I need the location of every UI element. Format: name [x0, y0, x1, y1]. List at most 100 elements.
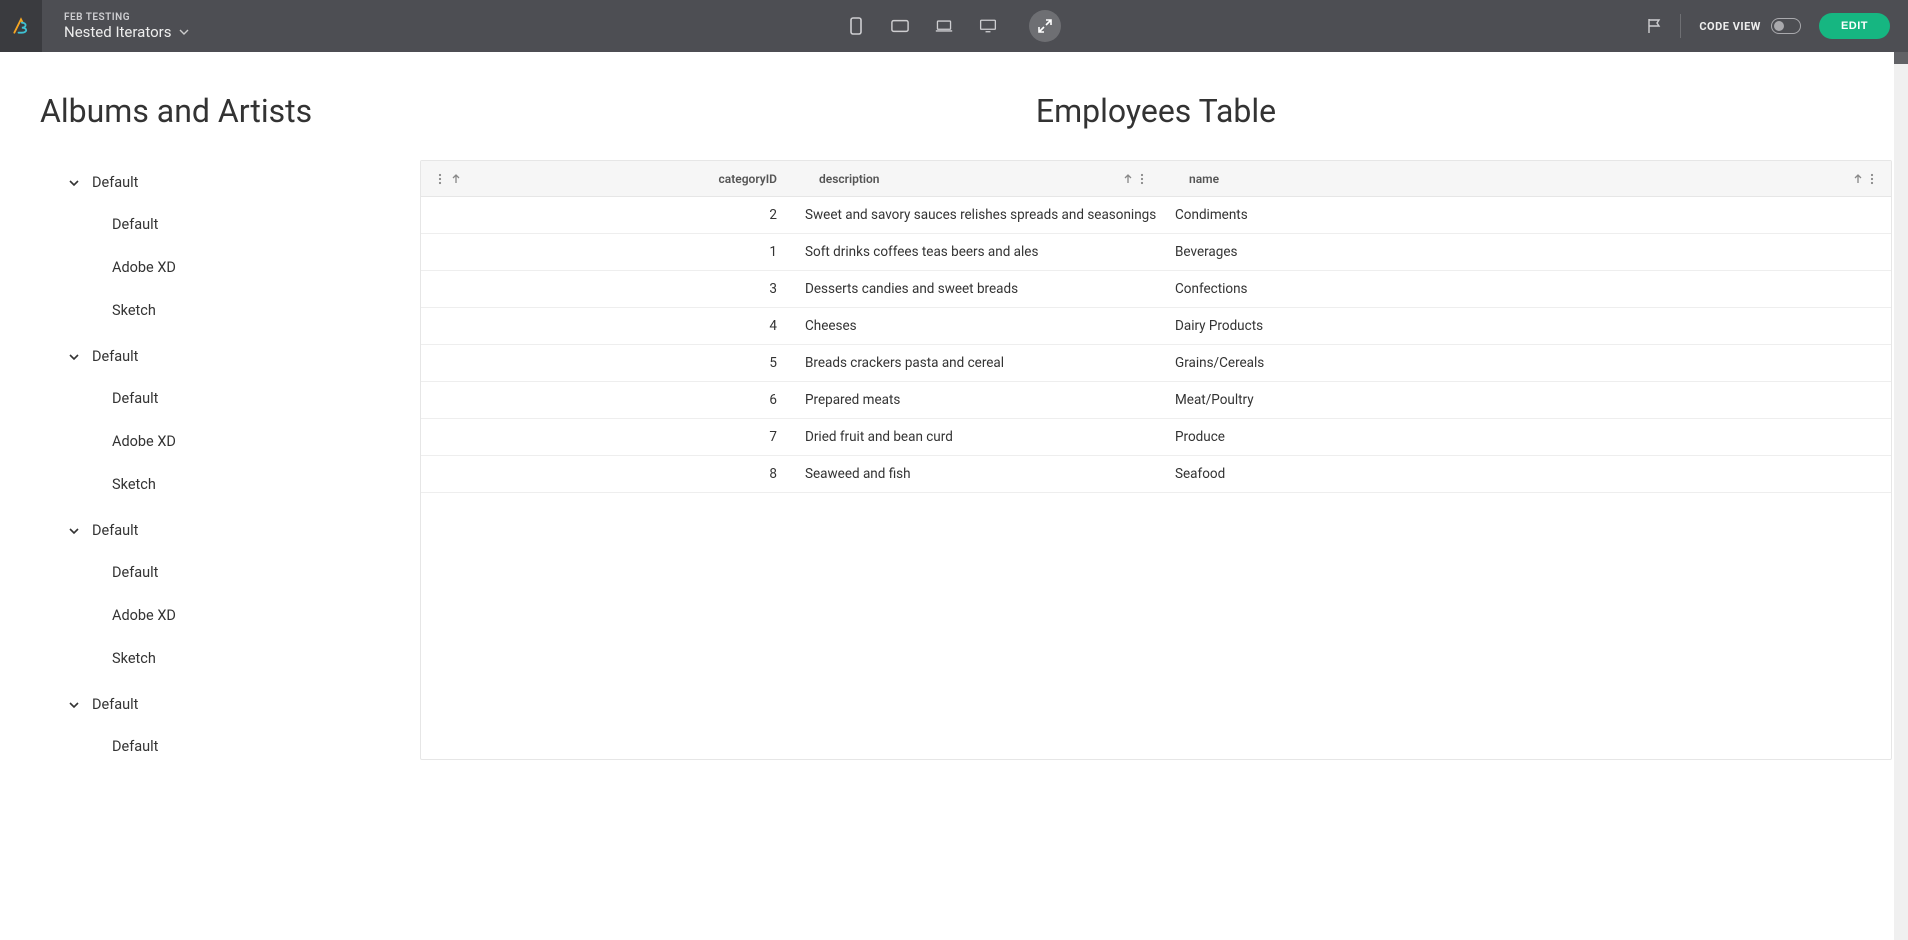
- cell-description: Sweet and savory sauces relishes spreads…: [791, 207, 1161, 223]
- chevron-down-icon: [68, 177, 80, 189]
- column-header-id[interactable]: categoryID: [421, 172, 791, 186]
- employees-grid: categoryID description name: [420, 160, 1892, 760]
- page-title-label: Nested Iterators: [64, 23, 171, 41]
- code-view-label: CODE VIEW: [1699, 20, 1761, 33]
- viewport-phone-button[interactable]: [847, 18, 865, 34]
- preview-canvas: Albums and Artists DefaultDefaultAdobe X…: [0, 52, 1908, 940]
- grid-header: categoryID description name: [421, 161, 1891, 197]
- tree-group: DefaultDefaultAdobe XDSketch: [40, 510, 380, 680]
- cell-name: Beverages: [1161, 244, 1891, 260]
- table-row[interactable]: 1Soft drinks coffees teas beers and ales…: [421, 234, 1891, 271]
- tree-item[interactable]: Adobe XD: [96, 594, 380, 637]
- more-vertical-icon: [1137, 173, 1147, 185]
- tree-children: DefaultAdobe XDSketch: [40, 377, 380, 506]
- tree-group-label: Default: [92, 174, 138, 191]
- tree-group-header[interactable]: Default: [40, 510, 380, 551]
- tree-group-label: Default: [92, 348, 138, 365]
- viewport-tablet-button[interactable]: [891, 18, 909, 34]
- viewport-fullscreen-button[interactable]: [1029, 10, 1061, 42]
- feedback-button[interactable]: [1646, 18, 1662, 34]
- tree-group: Default Default: [40, 684, 380, 768]
- column-label-description: description: [805, 172, 879, 186]
- cell-description: Desserts candies and sweet breads: [791, 281, 1161, 297]
- tree-item[interactable]: Adobe XD: [96, 420, 380, 463]
- cell-name: Confections: [1161, 281, 1891, 297]
- chevron-down-icon: [68, 351, 80, 363]
- tree-group: DefaultDefaultAdobe XDSketch: [40, 162, 380, 332]
- cell-name: Seafood: [1161, 466, 1891, 482]
- grid-body: 2Sweet and savory sauces relishes spread…: [421, 197, 1891, 493]
- edit-button[interactable]: EDIT: [1819, 13, 1890, 39]
- column-label-name: name: [1175, 172, 1219, 186]
- chevron-down-icon: [68, 525, 80, 537]
- table-row[interactable]: 5Breads crackers pasta and cerealGrains/…: [421, 345, 1891, 382]
- desktop-icon: [979, 17, 997, 35]
- tree-item[interactable]: Sketch: [96, 289, 380, 332]
- tree-item[interactable]: Adobe XD: [96, 246, 380, 289]
- albums-tree: DefaultDefaultAdobe XDSketchDefaultDefau…: [40, 162, 380, 768]
- cell-description: Prepared meats: [791, 392, 1161, 408]
- tree-children: DefaultAdobe XDSketch: [40, 203, 380, 332]
- employees-title: Employees Table: [420, 92, 1892, 130]
- table-row[interactable]: 3Desserts candies and sweet breadsConfec…: [421, 271, 1891, 308]
- toggle-switch: [1771, 18, 1801, 34]
- divider: [1680, 14, 1681, 38]
- scrollbar[interactable]: [1894, 52, 1908, 940]
- tablet-icon: [891, 18, 909, 34]
- tree-group: DefaultDefaultAdobe XDSketch: [40, 336, 380, 506]
- table-row[interactable]: 2Sweet and savory sauces relishes spread…: [421, 197, 1891, 234]
- tree-group-header[interactable]: Default: [40, 162, 380, 203]
- viewport-switcher: [847, 10, 1061, 42]
- tree-group-label: Default: [92, 522, 138, 539]
- cell-description: Breads crackers pasta and cereal: [791, 355, 1161, 371]
- cell-description: Soft drinks coffees teas beers and ales: [791, 244, 1161, 260]
- project-name: FEB TESTING: [64, 12, 189, 23]
- tree-item[interactable]: Default: [96, 725, 380, 768]
- phone-icon: [849, 17, 863, 35]
- arrow-up-icon: [451, 174, 461, 184]
- header-actions: CODE VIEW EDIT: [1646, 13, 1908, 39]
- tree-group-header[interactable]: Default: [40, 684, 380, 725]
- tree-group-header[interactable]: Default: [40, 336, 380, 377]
- tree-item[interactable]: Default: [96, 551, 380, 594]
- tree-item[interactable]: Sketch: [96, 463, 380, 506]
- page-title-dropdown[interactable]: Nested Iterators: [64, 23, 189, 41]
- viewport-laptop-button[interactable]: [935, 18, 953, 34]
- cell-id: 6: [421, 392, 791, 408]
- scrollbar-thumb[interactable]: [1894, 52, 1908, 64]
- cell-name: Dairy Products: [1161, 318, 1891, 334]
- table-row[interactable]: 8Seaweed and fishSeafood: [421, 456, 1891, 493]
- project-breadcrumb: FEB TESTING Nested Iterators: [42, 12, 189, 41]
- cell-id: 1: [421, 244, 791, 260]
- arrow-up-icon: [1123, 174, 1133, 184]
- more-vertical-icon: [435, 173, 445, 185]
- employees-panel: Employees Table categoryID description: [420, 92, 1892, 940]
- app-header: FEB TESTING Nested Iterators: [0, 0, 1908, 52]
- tree-children: Default: [40, 725, 380, 768]
- cell-id: 8: [421, 466, 791, 482]
- column-header-description[interactable]: description: [791, 172, 1161, 186]
- tree-item[interactable]: Default: [96, 377, 380, 420]
- tree-group-label: Default: [92, 696, 138, 713]
- table-row[interactable]: 4CheesesDairy Products: [421, 308, 1891, 345]
- table-row[interactable]: 6Prepared meatsMeat/Poultry: [421, 382, 1891, 419]
- cell-description: Seaweed and fish: [791, 466, 1161, 482]
- cell-description: Dried fruit and bean curd: [791, 429, 1161, 445]
- more-vertical-icon: [1867, 173, 1877, 185]
- table-row[interactable]: 7Dried fruit and bean curdProduce: [421, 419, 1891, 456]
- cell-name: Grains/Cereals: [1161, 355, 1891, 371]
- chevron-down-icon: [68, 699, 80, 711]
- flag-icon: [1646, 18, 1662, 34]
- tree-item[interactable]: Sketch: [96, 637, 380, 680]
- cell-id: 5: [421, 355, 791, 371]
- tree-children: DefaultAdobe XDSketch: [40, 551, 380, 680]
- laptop-icon: [935, 18, 953, 34]
- column-header-name[interactable]: name: [1161, 172, 1891, 186]
- code-view-toggle[interactable]: CODE VIEW: [1699, 18, 1801, 34]
- viewport-desktop-button[interactable]: [979, 18, 997, 34]
- tree-item[interactable]: Default: [96, 203, 380, 246]
- albums-title: Albums and Artists: [40, 92, 380, 130]
- albums-panel: Albums and Artists DefaultDefaultAdobe X…: [40, 92, 380, 940]
- expand-icon: [1038, 19, 1052, 33]
- brand-logo[interactable]: [0, 0, 42, 52]
